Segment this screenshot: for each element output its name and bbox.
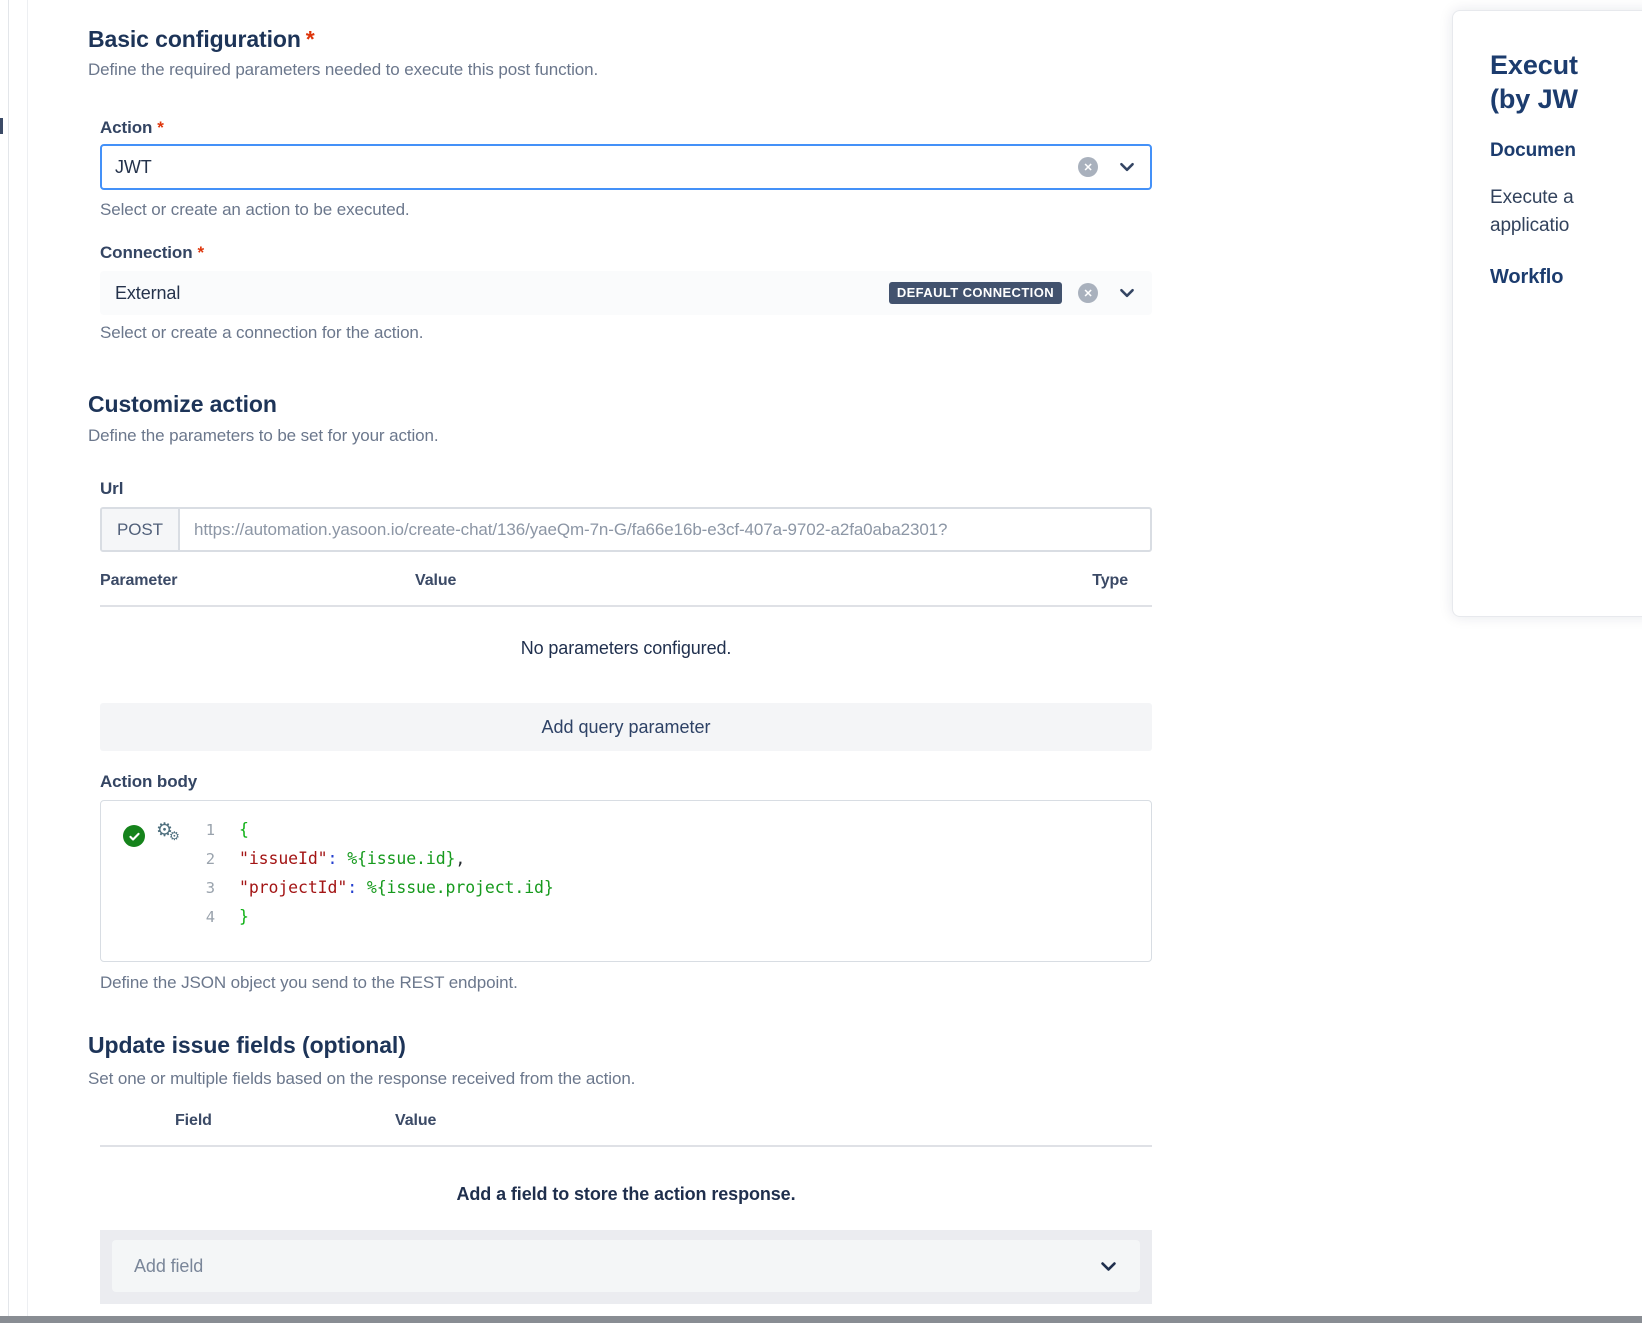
params-empty-message: No parameters configured.	[100, 638, 1152, 659]
help-panel: Execut (by JW Documen Execute a applicat…	[1452, 10, 1642, 617]
documentation-label: Documen	[1490, 140, 1642, 162]
code-lines: 1{2"issueId": %{issue.id},3"projectId": …	[199, 815, 554, 931]
chevron-down-icon[interactable]	[1118, 284, 1136, 302]
basic-configuration-heading: Basic configuration*	[88, 26, 315, 53]
post-function-config-page: Basic configuration* Define the required…	[0, 0, 1642, 1323]
clear-icon[interactable]: ✕	[1078, 283, 1098, 303]
update-issue-fields-description: Set one or multiple fields based on the …	[88, 1069, 635, 1089]
default-connection-badge: DEFAULT CONNECTION	[889, 282, 1062, 304]
chevron-down-icon[interactable]	[1099, 1257, 1118, 1276]
action-select-value: JWT	[115, 157, 1078, 178]
add-field-placeholder: Add field	[134, 1256, 1099, 1277]
basic-configuration-description: Define the required parameters needed to…	[88, 60, 598, 80]
action-body-helper: Define the JSON object you send to the R…	[100, 973, 518, 993]
column-header-type: Type	[1092, 572, 1152, 590]
connection-select-value: External	[115, 283, 889, 304]
action-helper-text: Select or create an action to be execute…	[100, 200, 410, 220]
column-header-parameter: Parameter	[100, 572, 415, 590]
url-input-group: POST https://automation.yasoon.io/create…	[100, 507, 1152, 552]
help-panel-description: Execute a applicatio	[1490, 184, 1642, 240]
fields-empty-message: Add a field to store the action response…	[100, 1184, 1152, 1205]
fields-table-header: Field Value	[100, 1112, 1152, 1147]
help-panel-title: Execut (by JW	[1490, 48, 1642, 116]
connection-select[interactable]: External DEFAULT CONNECTION ✕	[100, 271, 1152, 315]
gears-icon: ⚙ ⚙	[156, 819, 186, 847]
add-field-dropdown[interactable]: Add field	[112, 1240, 1140, 1292]
left-rail-divider	[8, 0, 9, 1316]
customize-action-heading: Customize action	[88, 391, 277, 418]
customize-action-description: Define the parameters to be set for your…	[88, 426, 439, 446]
required-marker: *	[306, 26, 315, 52]
add-field-section: Add field	[100, 1230, 1152, 1304]
action-body-label: Action body	[100, 772, 197, 792]
add-query-parameter-button[interactable]: Add query parameter	[100, 703, 1152, 751]
connection-helper-text: Select or create a connection for the ac…	[100, 323, 423, 343]
workflow-label: Workflo	[1490, 266, 1642, 289]
http-method-label: POST	[102, 509, 180, 550]
column-header-value: Value	[395, 1112, 1152, 1130]
chevron-down-icon[interactable]	[1118, 158, 1136, 176]
update-issue-fields-heading: Update issue fields (optional)	[88, 1032, 406, 1059]
url-field-label: Url	[100, 479, 123, 499]
action-select[interactable]: JWT ✕	[100, 144, 1152, 190]
required-marker: *	[157, 118, 164, 137]
clear-icon[interactable]: ✕	[1078, 157, 1098, 177]
url-input[interactable]: https://automation.yasoon.io/create-chat…	[180, 509, 1150, 550]
clipped-left-element	[0, 118, 3, 134]
action-body-editor[interactable]: ⚙ ⚙ 1{2"issueId": %{issue.id},3"projectI…	[100, 800, 1152, 962]
column-header-field: Field	[175, 1112, 395, 1130]
horizontal-scrollbar[interactable]	[0, 1316, 1642, 1323]
parameters-table-header: Parameter Value Type	[100, 572, 1152, 607]
action-field-label: Action*	[100, 118, 164, 138]
check-circle-icon	[123, 825, 145, 847]
column-header-value: Value	[415, 572, 1092, 590]
left-rail-divider-inner	[27, 0, 28, 1316]
required-marker: *	[198, 243, 205, 262]
connection-field-label: Connection*	[100, 243, 204, 263]
